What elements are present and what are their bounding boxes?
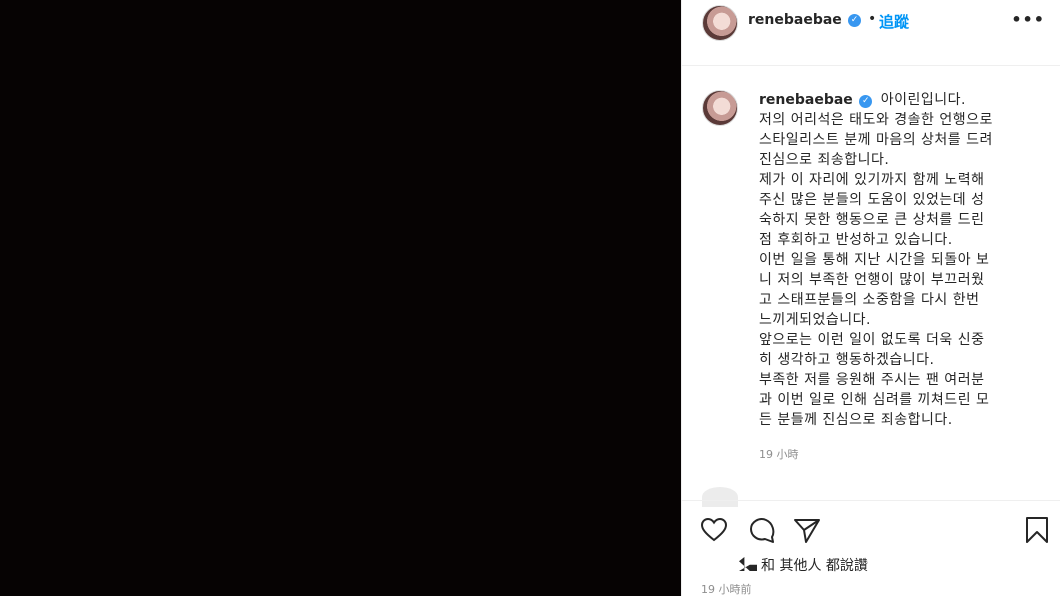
comment-icon[interactable] [747,515,777,545]
caption-body: renebaebae ✓ 아이린입니다. 저의 어리석은 태도와 경솔한 언행으… [759,90,1049,430]
action-bar [682,500,1060,560]
share-icon[interactable] [792,515,822,545]
post-media[interactable] [0,0,681,596]
likes-text: 和 其他人 都說讚 [761,558,868,574]
caption-avatar[interactable] [702,90,738,126]
separator-dot: • [868,11,877,27]
likes-summary[interactable]: 和 其他人 都說讚 [739,555,868,575]
post-side-panel: renebaebae ✓ • 追蹤 ••• renebaebae ✓ 아이린입니… [681,0,1060,596]
heart-icon[interactable] [699,515,729,545]
comment-peek-text: ... [759,488,771,497]
post-date[interactable]: 19 小時前 [701,581,752,596]
more-options-icon[interactable]: ••• [1011,10,1045,29]
bookmark-icon[interactable] [1022,515,1052,545]
caption-section: renebaebae ✓ 아이린입니다. 저의 어리석은 태도와 경솔한 언행으… [682,66,1060,496]
follow-button[interactable]: 追蹤 [879,11,909,32]
likes-mini-avatar [739,557,757,571]
caption-time-ago[interactable]: 19 小時 [759,446,799,462]
post-header: renebaebae ✓ • 追蹤 ••• [682,0,1060,66]
verified-icon: ✓ [848,14,861,27]
header-username[interactable]: renebaebae [748,12,842,28]
caption-text: 아이린입니다. 저의 어리석은 태도와 경솔한 언행으로 스타일리스트 분께 마… [759,92,993,428]
avatar[interactable] [702,5,738,41]
caption-username[interactable]: renebaebae [759,92,853,108]
verified-icon: ✓ [859,95,873,108]
